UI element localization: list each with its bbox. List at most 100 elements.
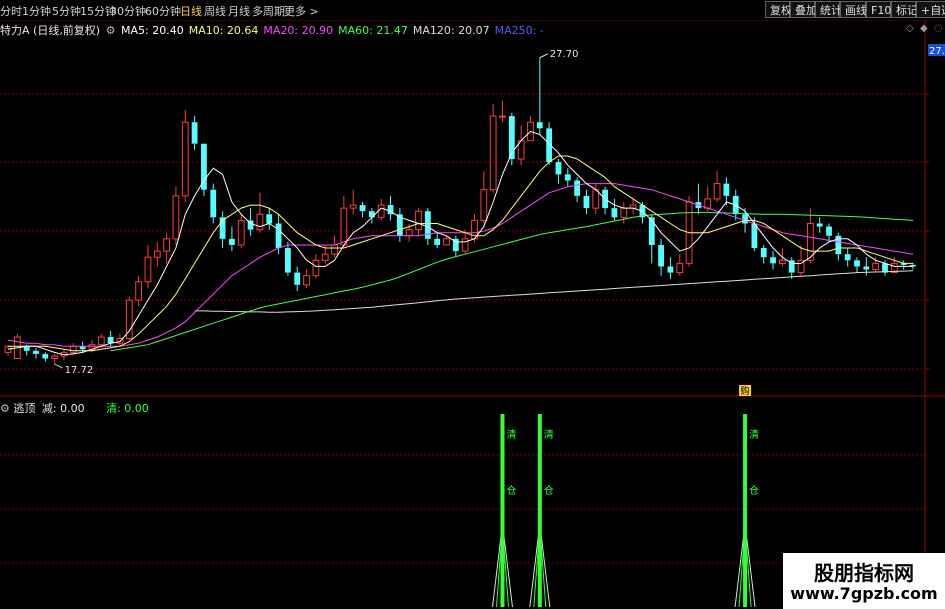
- sell-signal-0: 清仓: [491, 414, 516, 608]
- indicator-gear-icon[interactable]: ⚙: [0, 402, 10, 415]
- toolbar-button-5[interactable]: 标记: [891, 1, 918, 18]
- zoom-icon[interactable]: ◌: [934, 23, 943, 34]
- sell-signal-2: 清仓: [734, 414, 759, 608]
- period-tab-9[interactable]: 多周期: [252, 3, 285, 19]
- ma60-line: [110, 211, 914, 352]
- candle-89: [835, 232, 842, 261]
- candle-19: [181, 109, 189, 202]
- candle-71: [667, 257, 674, 279]
- period-tab-7[interactable]: 周线: [204, 3, 226, 19]
- candle-41: [387, 195, 394, 221]
- sub-legend: ⚙ 逃顶 减: 0.00 清: 0.00: [0, 400, 149, 416]
- candle-16: [153, 241, 161, 267]
- toolbar-button-1[interactable]: 叠加: [790, 1, 817, 18]
- candle-14: [135, 275, 143, 307]
- sell-signal-1: 清仓: [529, 414, 554, 608]
- candle-50: [471, 214, 478, 242]
- stock-chart-app: 分时 1分钟 5分钟 15分钟 30分钟 60分钟 日线 周线 月线 多周期 更多 > 复权 叠加 统计画…: [0, 0, 945, 609]
- ma20-line: [7, 183, 914, 347]
- candle-62: [583, 189, 590, 215]
- period-tab-8[interactable]: 月线: [228, 3, 250, 19]
- toolbar-button-0[interactable]: 复权: [765, 1, 792, 18]
- candle-91: [854, 257, 860, 273]
- candle-76: [713, 171, 721, 202]
- candle-44: [415, 208, 422, 236]
- candle-74: [695, 183, 702, 215]
- candle-0: [4, 345, 12, 356]
- candle-59: [555, 159, 562, 184]
- candle-38: [359, 202, 366, 218]
- ma120-line: [194, 270, 914, 313]
- candle-17: [163, 232, 171, 264]
- period-tab-5[interactable]: 60分钟: [145, 3, 181, 19]
- candle-92: [863, 257, 870, 276]
- signal-char-position-2: 仓: [749, 484, 759, 497]
- signal-char-position-1: 仓: [544, 484, 554, 497]
- current-price-badge-text: 27.: [929, 46, 945, 57]
- candle-36: [340, 195, 348, 249]
- candle-12: [116, 333, 124, 347]
- candle-88: [826, 223, 832, 242]
- toolbar-button-2[interactable]: 统计: [815, 1, 842, 18]
- low-price-label: 17.72: [65, 365, 94, 376]
- candle-31: [294, 266, 301, 291]
- candle-32: [303, 269, 310, 288]
- candle-90: [844, 248, 851, 267]
- candle-5: [51, 353, 59, 365]
- period-tab-2[interactable]: 5分钟: [52, 3, 81, 19]
- candle-28: [266, 208, 273, 230]
- candle-85: [797, 244, 805, 276]
- watermark-chinese: 股朋指标网: [814, 561, 914, 585]
- signal-char-clear-0: 清: [506, 428, 516, 441]
- candle-37: [349, 189, 357, 215]
- ma10-line: [8, 155, 913, 352]
- ma5-line: [7, 130, 913, 356]
- candle-20: [191, 116, 198, 150]
- indicator-value-clear: 清: 0.00: [106, 402, 149, 415]
- candle-15: [144, 244, 152, 288]
- period-tab-0[interactable]: 分时: [0, 3, 22, 19]
- diamond-filled-icon[interactable]: ◆: [920, 23, 928, 34]
- candle-61: [574, 177, 581, 202]
- candle-77: [723, 177, 730, 206]
- candle-24: [229, 226, 235, 252]
- period-tab-6[interactable]: 日线: [180, 3, 202, 19]
- period-tab-1[interactable]: 1分钟: [22, 3, 51, 19]
- signal-char-position-0: 仓: [506, 484, 516, 497]
- watermark-url: www.7gpzb.com: [790, 584, 938, 603]
- candle-87: [816, 217, 823, 233]
- candle-42: [396, 208, 403, 242]
- candle-18: [172, 186, 180, 245]
- indicator-value-reduce: 减: 0.00: [41, 402, 85, 415]
- candle-56: [527, 116, 534, 142]
- signal-char-clear-1: 清: [544, 428, 554, 441]
- candle-70: [658, 238, 664, 276]
- period-tab-10[interactable]: 更多 >: [284, 3, 319, 19]
- candle-82: [770, 251, 776, 270]
- price-panel[interactable]: 特力A (日线,前复权) ⚙ MA5: 20.40 MA10: 20.64 MA20…: [0, 20, 945, 397]
- toolbar-button-4[interactable]: F10: [866, 1, 891, 18]
- candle-35: [331, 235, 338, 258]
- candle-72: [676, 254, 684, 276]
- period-tab-4[interactable]: 30分钟: [110, 3, 146, 19]
- toolbar-button-6[interactable]: +自选: [916, 1, 945, 18]
- high-price-label: 27.70: [550, 49, 579, 60]
- toolbar-button-3[interactable]: 画线: [840, 1, 867, 18]
- candlestick-chart[interactable]: 27.70 17.72 购 27. ◇ ◆ ◌: [0, 20, 945, 397]
- candle-4: [42, 352, 49, 362]
- period-toolbar: 分时 1分钟 5分钟 15分钟 30分钟 60分钟 日线 周线 月线 多周期 更多 > 复权 叠加 统计画…: [0, 0, 945, 21]
- candle-84: [788, 257, 795, 279]
- candle-53: [499, 100, 506, 123]
- indicator-name: 逃顶: [13, 402, 36, 415]
- candle-57: [536, 57, 543, 135]
- candle-30: [285, 241, 291, 276]
- candle-55: [517, 125, 525, 166]
- candle-96: [900, 260, 907, 270]
- diamond-outline-icon[interactable]: ◇: [906, 23, 914, 34]
- high-arrow: [539, 53, 549, 59]
- candle-66: [620, 202, 628, 224]
- buy-marker-label: 购: [741, 385, 750, 397]
- candle-3: [33, 347, 39, 359]
- candle-52: [489, 103, 497, 193]
- candle-46: [434, 232, 441, 249]
